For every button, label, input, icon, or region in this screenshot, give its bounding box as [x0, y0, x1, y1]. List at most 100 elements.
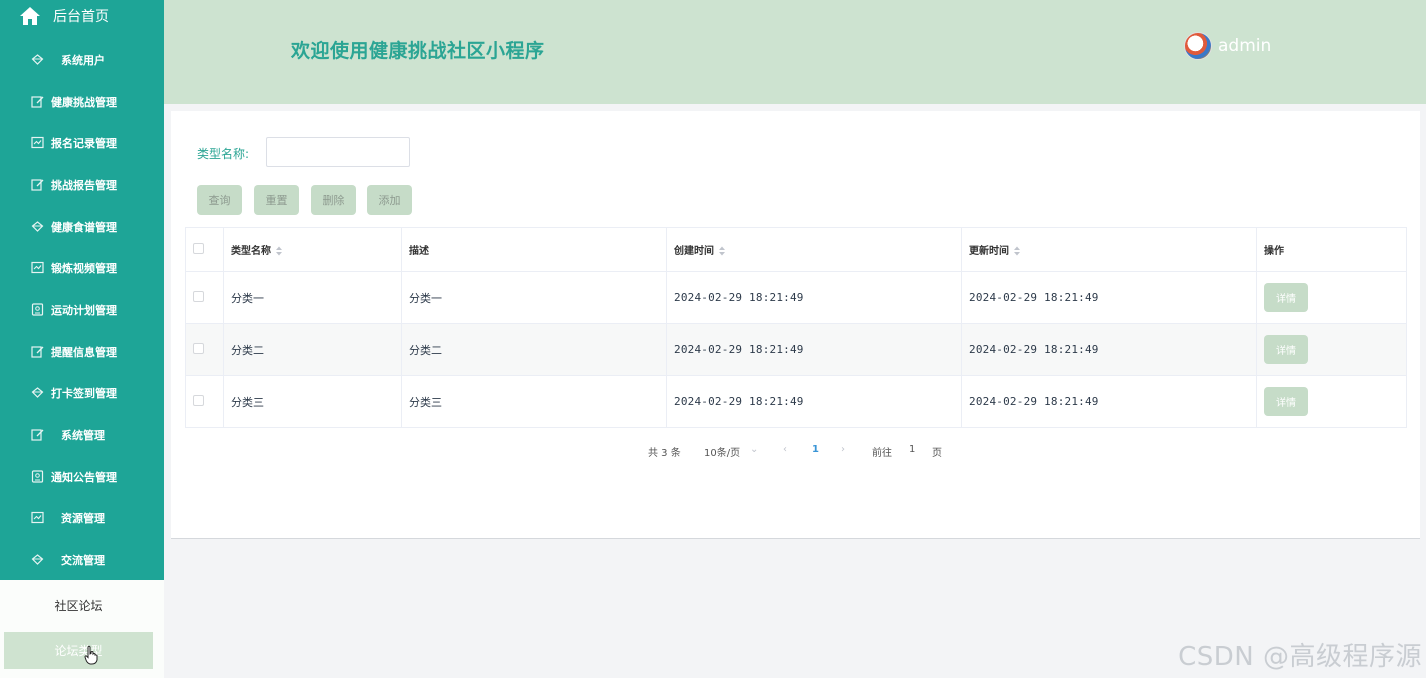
sidebar-item-label: 运动计划管理: [51, 303, 117, 317]
row-checkbox[interactable]: [193, 342, 204, 354]
column-header-label: 操作: [1264, 246, 1284, 257]
detail-button[interactable]: 详情: [1264, 387, 1308, 416]
row-select-cell: [185, 271, 224, 324]
filter-label: 类型名称:: [197, 147, 250, 161]
edit-icon: [31, 429, 44, 441]
next-page-icon[interactable]: ›: [841, 444, 845, 455]
sidebar-item-checkins[interactable]: 打卡签到管理: [0, 372, 164, 413]
cell-updated: 2024-02-29 18:21:49: [961, 271, 1257, 324]
sidebar-item-system-management[interactable]: 系统管理: [0, 414, 164, 455]
row-checkbox[interactable]: [193, 290, 204, 302]
query-button[interactable]: 查询: [197, 185, 242, 215]
home-icon: [20, 7, 40, 25]
sidebar-item-label: 锻炼视频管理: [51, 261, 117, 275]
column-header-label: 创建时间: [674, 246, 714, 257]
chevron-down-icon[interactable]: ⌄: [750, 444, 758, 455]
goto-page-input[interactable]: 1: [909, 444, 915, 455]
username[interactable]: admin: [1218, 36, 1271, 56]
sidebar-item-exercise-plans[interactable]: 运动计划管理: [0, 289, 164, 330]
current-page[interactable]: 1: [812, 444, 819, 455]
select-all-checkbox[interactable]: [193, 242, 204, 254]
row-select-cell: [185, 375, 224, 428]
sidebar-item-label: 提醒信息管理: [51, 345, 117, 359]
sidebar-item-resources[interactable]: 资源管理: [0, 497, 164, 538]
chart-icon: [31, 511, 44, 524]
row-checkbox[interactable]: [193, 394, 204, 406]
data-table: 类型名称 描述 创建时间 更新时间 操作 分类一 分类一 2024-02-29 …: [185, 227, 1407, 428]
edit-icon: [31, 346, 44, 358]
cell-description: 分类二: [401, 323, 667, 376]
sidebar-item-label: 通知公告管理: [51, 470, 117, 484]
badge-icon: [31, 303, 44, 316]
sort-icon[interactable]: [275, 246, 283, 256]
delete-button[interactable]: 删除: [311, 185, 356, 215]
column-header-created[interactable]: 创建时间: [666, 227, 962, 272]
select-all-cell: [185, 227, 224, 272]
sidebar-item-challenge[interactable]: 健康挑战管理: [0, 81, 164, 122]
badge-icon: [31, 470, 44, 483]
sidebar: 后台首页 系统用户 健康挑战管理 报名记录管理 挑战报告管理 健康食谱管理 锻炼…: [0, 0, 164, 678]
prev-page-icon[interactable]: ‹: [783, 444, 787, 455]
cell-type-name: 分类三: [223, 375, 402, 428]
sort-icon[interactable]: [1013, 246, 1021, 256]
column-header-label: 更新时间: [969, 246, 1009, 257]
watermark: CSDN @高级程序源: [1178, 642, 1422, 672]
sidebar-home[interactable]: 后台首页: [0, 0, 164, 32]
column-header-label: 类型名称: [231, 246, 271, 257]
cell-created: 2024-02-29 18:21:49: [666, 323, 962, 376]
avatar[interactable]: [1184, 32, 1212, 60]
chart-icon: [31, 261, 44, 274]
column-header-type-name[interactable]: 类型名称: [223, 227, 402, 272]
table-row: 分类一 分类一 2024-02-29 18:21:49 2024-02-29 1…: [185, 271, 1407, 324]
table-row: 分类二 分类二 2024-02-29 18:21:49 2024-02-29 1…: [185, 323, 1407, 376]
column-header-label: 描述: [409, 246, 429, 257]
type-name-input[interactable]: [266, 137, 410, 167]
cell-actions: 详情: [1256, 375, 1407, 428]
column-header-actions: 操作: [1256, 227, 1407, 272]
cell-actions: 详情: [1256, 323, 1407, 376]
pagination-total: 共 3 条: [648, 448, 681, 459]
submenu-item-forum[interactable]: 社区论坛: [4, 587, 153, 624]
diamond-icon: [31, 221, 44, 232]
sidebar-item-label: 报名记录管理: [51, 136, 117, 150]
sidebar-item-label: 系统用户: [61, 53, 105, 67]
sort-icon[interactable]: [718, 246, 726, 256]
reset-button[interactable]: 重置: [254, 185, 299, 215]
row-select-cell: [185, 323, 224, 376]
add-button[interactable]: 添加: [367, 185, 412, 215]
detail-button[interactable]: 详情: [1264, 335, 1308, 364]
sidebar-item-system-users[interactable]: 系统用户: [0, 39, 164, 80]
hand-cursor-icon: [84, 645, 98, 665]
table-header-row: 类型名称 描述 创建时间 更新时间 操作: [185, 227, 1407, 272]
sidebar-item-label: 交流管理: [61, 553, 105, 567]
sidebar-item-recipes[interactable]: 健康食谱管理: [0, 206, 164, 247]
sidebar-item-label: 打卡签到管理: [51, 386, 117, 400]
diamond-icon: [31, 54, 44, 65]
sidebar-item-announcements[interactable]: 通知公告管理: [0, 456, 164, 497]
goto-suffix: 页: [932, 448, 942, 459]
sidebar-item-challenge-reports[interactable]: 挑战报告管理: [0, 164, 164, 205]
sidebar-item-label: 资源管理: [61, 511, 105, 525]
cell-description: 分类一: [401, 271, 667, 324]
cell-created: 2024-02-29 18:21:49: [666, 375, 962, 428]
detail-button[interactable]: 详情: [1264, 283, 1308, 312]
sidebar-item-label: 健康挑战管理: [51, 95, 117, 109]
cell-type-name: 分类一: [223, 271, 402, 324]
cell-actions: 详情: [1256, 271, 1407, 324]
sidebar-item-communication[interactable]: 交流管理: [0, 539, 164, 580]
column-header-updated[interactable]: 更新时间: [961, 227, 1257, 272]
sidebar-item-reminders[interactable]: 提醒信息管理: [0, 331, 164, 372]
user-menu[interactable]: admin: [1184, 32, 1271, 60]
sidebar-item-signup-records[interactable]: 报名记录管理: [0, 122, 164, 163]
submenu-item-forum-types[interactable]: 论坛类型: [4, 632, 153, 669]
diamond-icon: [31, 554, 44, 565]
edit-icon: [31, 179, 44, 191]
sidebar-home-label: 后台首页: [53, 9, 109, 25]
content-card: 类型名称: 查询 重置 删除 添加 类型名称 描述 创建时间 更新时间 操作 分…: [171, 111, 1420, 539]
cell-updated: 2024-02-29 18:21:49: [961, 375, 1257, 428]
sidebar-item-workout-videos[interactable]: 锻炼视频管理: [0, 247, 164, 288]
goto-prefix: 前往: [872, 448, 892, 459]
page-size-select[interactable]: 10条/页: [704, 444, 740, 459]
top-header: 欢迎使用健康挑战社区小程序 admin: [164, 0, 1426, 104]
diamond-icon: [31, 387, 44, 398]
